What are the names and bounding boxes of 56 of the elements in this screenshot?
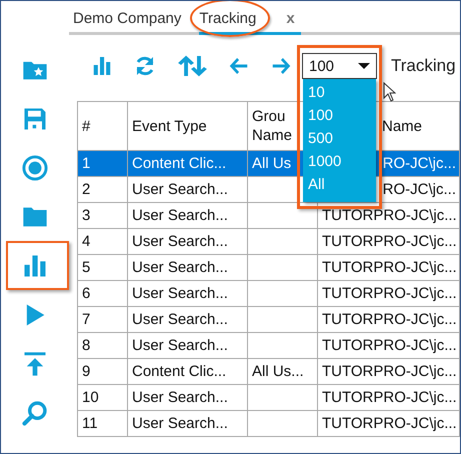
table-cell: TUTORPRO-JC\jc...	[322, 259, 457, 276]
table-cell: 6	[82, 285, 90, 302]
table-cell: 10	[82, 389, 99, 406]
table-cell: TUTORPRO-JC\jc...	[322, 363, 457, 380]
table-cell: 1	[82, 155, 90, 172]
table-cell: User Search...	[132, 285, 228, 302]
table-row[interactable]: 11 User Search... TUTORPRO-JC\jc...	[78, 410, 460, 436]
table-row[interactable]: 6 User Search... TUTORPRO-JC\jc...	[78, 280, 460, 306]
table-cell: User Search...	[132, 181, 228, 198]
sort-arrows-icon[interactable]	[177, 54, 208, 78]
table-cell: 3	[82, 207, 90, 224]
table-cell: 5	[82, 259, 90, 276]
close-button[interactable]: x	[286, 10, 295, 27]
view-title: Tracking	[391, 56, 456, 76]
table-row[interactable]: 8 User Search... TUTORPRO-JC\jc...	[78, 332, 460, 358]
table-row[interactable]: 4 User Search... TUTORPRO-JC\jc...	[78, 228, 460, 254]
table-cell: 4	[82, 233, 90, 250]
table-cell: TUTORPRO-JC\jc...	[322, 311, 457, 328]
table-cell: All Us	[252, 155, 292, 172]
mouse-pointer-icon	[383, 82, 396, 102]
table-cell: 9	[82, 363, 90, 380]
table-cell: TUTORPRO-JC\jc...	[322, 285, 457, 302]
table-cell: User Search...	[132, 389, 228, 406]
table-cell: 7	[82, 311, 90, 328]
search-icon[interactable]	[20, 398, 48, 426]
table-cell: TUTORPRO-JC\jc...	[322, 233, 457, 250]
table-cell: RO-JC\jc...	[382, 181, 456, 198]
table-cell: TUTORPRO-JC\jc...	[322, 207, 457, 224]
table-cell: User Search...	[132, 415, 228, 432]
table-cell: User Search...	[132, 259, 228, 276]
column-header[interactable]: #	[78, 102, 128, 150]
table-cell: User Search...	[132, 337, 228, 354]
table-cell: All Us...	[252, 363, 304, 380]
caret-icon	[358, 63, 370, 69]
table-row[interactable]: 5 User Search... TUTORPRO-JC\jc...	[78, 254, 460, 280]
table-cell: Content Clic...	[132, 363, 226, 380]
table-cell: 8	[82, 337, 90, 354]
table-row[interactable]: 3 User Search... TUTORPRO-JC\jc...	[78, 202, 460, 228]
table-cell: TUTORPRO-JC\jc...	[322, 337, 457, 354]
tab[interactable]: Demo Company	[73, 10, 182, 32]
tab[interactable]: Tracking x	[199, 10, 301, 35]
table-cell: 11	[82, 415, 98, 432]
table-row[interactable]: 9 Content Clic... All Us... TUTORPRO-JC\jc...	[78, 358, 460, 384]
table-cell: User Search...	[132, 311, 228, 328]
table-cell: Content Clic...	[132, 155, 226, 172]
record-icon[interactable]	[20, 154, 48, 182]
table-cell: TUTORPRO-JC\jc...	[322, 415, 457, 432]
table-row[interactable]: 7 User Search... TUTORPRO-JC\jc...	[78, 306, 460, 332]
table-cell: RO-JC\jc...	[382, 155, 456, 172]
bar-chart-icon[interactable]	[91, 54, 113, 78]
table-cell: User Search...	[132, 207, 228, 224]
table-cell: 2	[82, 181, 90, 198]
table-cell: User Search...	[132, 233, 228, 250]
table-cell: TUTORPRO-JC\jc...	[322, 389, 457, 406]
table-row[interactable]: 10 User Search... TUTORPRO-JC\jc...	[78, 384, 460, 410]
page-size-dropdown[interactable]: 100	[302, 53, 377, 79]
